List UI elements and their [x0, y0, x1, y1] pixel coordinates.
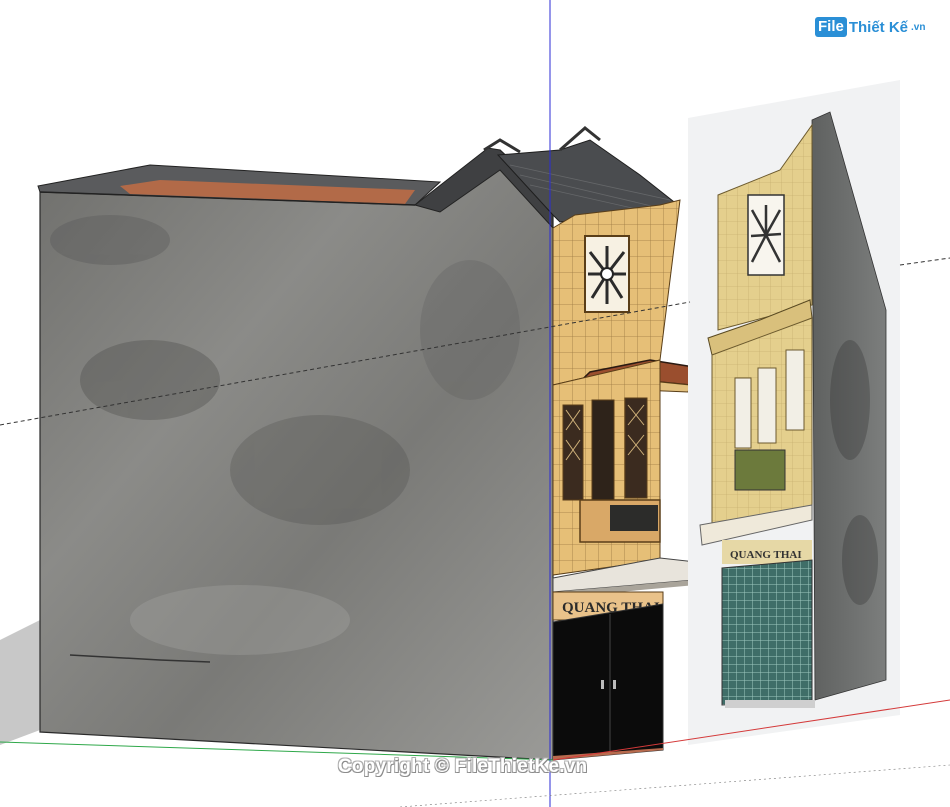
filethietke-logo[interactable]: File Thiết Kế .vn — [815, 14, 925, 40]
logo-text: Thiết Kế — [848, 18, 909, 36]
ground-shadow — [0, 620, 40, 745]
dashed-guide-right — [899, 257, 950, 266]
logo-suffix: .vn — [911, 21, 926, 33]
shop-door[interactable] — [552, 603, 664, 761]
tall-windows[interactable] — [562, 397, 648, 501]
model-scene[interactable]: QUANG THAI QUANG THAI — [0, 0, 950, 807]
photo-shop-grate — [721, 559, 813, 706]
sketchup-viewport[interactable]: QUANG THAI QUANG THAI — [0, 0, 950, 807]
photo-balcony — [734, 449, 786, 491]
photo-sign-text: QUANG THAI — [730, 549, 802, 561]
copyright-watermark: Copyright © FileThietKe.vn — [338, 756, 588, 777]
logo-badge: File — [815, 17, 847, 37]
